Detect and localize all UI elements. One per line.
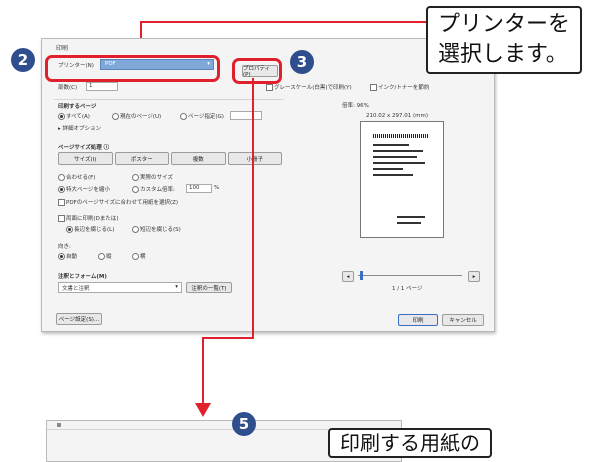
radio-orient-portrait-label: 縦 — [106, 254, 112, 260]
comments-value: 文書と注釈 — [62, 286, 90, 292]
more-options-link[interactable]: ▸ 詳細オプション — [58, 124, 101, 132]
radio-current-label: 現在のページ(U) — [120, 114, 162, 120]
radio-pages[interactable] — [180, 113, 187, 120]
callout-line-2: 選択します。 — [438, 42, 568, 67]
sizing-tab-group: サイズ(I) ポスター 複数 小冊子 — [58, 152, 282, 165]
callout-select-printer: プリンターを 選択します。 — [426, 6, 583, 74]
sizing-tab-booklet[interactable]: 小冊子 — [227, 152, 282, 165]
preview-barcode — [373, 134, 429, 138]
page-setup-button[interactable]: ページ設定(S)... — [56, 313, 102, 325]
dialog-icon — [57, 423, 61, 427]
printer-highlight — [45, 55, 220, 82]
percent-label: % — [214, 185, 220, 191]
copies-value: 1 — [89, 83, 93, 89]
next-page-button[interactable]: ▸ — [468, 271, 480, 282]
step-2-badge: 2 — [11, 48, 35, 72]
arrow-line — [202, 337, 254, 339]
radio-orient-landscape[interactable] — [132, 253, 139, 260]
connector-horizontal — [140, 21, 426, 23]
preview-dims: 210.02 x 297.01 (mm) — [366, 113, 428, 119]
radio-duplex-long[interactable] — [66, 226, 73, 233]
radio-current[interactable] — [112, 113, 119, 120]
custom-scale-value: 100 — [189, 185, 200, 191]
radio-all-label: すべて(A) — [66, 114, 90, 120]
orientation-label: 向き: — [58, 244, 71, 250]
preview-text-line — [397, 216, 425, 218]
grayscale-checkbox[interactable] — [266, 84, 273, 91]
radio-duplex-short[interactable] — [132, 226, 139, 233]
paper-source-label: PDFのページサイズに合わせて用紙を選択(Z) — [66, 200, 179, 206]
prev-page-button[interactable]: ◂ — [342, 271, 354, 282]
radio-orient-portrait[interactable] — [98, 253, 105, 260]
callout-paper: 印刷する用紙の — [328, 428, 492, 458]
preview-page — [360, 121, 444, 238]
radio-shrink[interactable] — [58, 186, 65, 193]
radio-fit-label: 合わせる(F) — [66, 175, 96, 181]
copies-input[interactable]: 1 — [86, 82, 118, 91]
print-button[interactable]: 印刷 — [398, 314, 438, 326]
radio-orient-landscape-label: 横 — [140, 254, 146, 260]
preview-text-line — [373, 174, 413, 176]
grayscale-label: グレースケール(白黒)で印刷(Y) — [274, 85, 352, 91]
radio-all[interactable] — [58, 113, 65, 120]
step-5-badge: 5 — [232, 412, 256, 436]
arrow-line — [252, 78, 254, 338]
arrow-line — [202, 337, 204, 403]
preview-text-line — [373, 168, 403, 170]
cancel-button[interactable]: キャンセル — [442, 314, 484, 326]
preview-text-line — [373, 150, 423, 152]
duplex-label: 両面に印刷(Dまたは) — [66, 216, 119, 222]
radio-orient-auto-label: 自動 — [66, 254, 78, 260]
preview-text-line — [373, 162, 425, 164]
sizing-tab-multiple[interactable]: 複数 — [171, 152, 226, 165]
page-slider-track[interactable] — [358, 275, 462, 276]
comments-section-title: 注釈とフォーム(M) — [58, 274, 107, 280]
callout-line-1: プリンターを — [438, 12, 571, 37]
duplex-checkbox[interactable] — [58, 215, 65, 222]
preview-scale: 倍率: 96% — [342, 103, 369, 109]
preview-text-line — [397, 222, 421, 224]
comments-select[interactable]: 文書と注釈 ▾ — [58, 282, 182, 293]
step-3-badge: 3 — [290, 50, 314, 74]
pages-section-title: 印刷するページ — [58, 104, 97, 110]
radio-pages-label: ページ指定(G) — [188, 114, 224, 120]
paper-source-checkbox[interactable] — [58, 199, 65, 206]
sizing-tab-poster[interactable]: ポスター — [114, 152, 169, 165]
ink-checkbox[interactable] — [370, 84, 377, 91]
dialog-title: 印刷 — [56, 45, 69, 52]
copies-label: 部数(C) — [58, 85, 78, 91]
sizing-section-title: ページサイズ処理 ⓘ — [58, 145, 110, 151]
comments-dropdown-icon: ▾ — [175, 284, 178, 290]
pages-input[interactable] — [230, 111, 262, 120]
properties-highlight — [232, 58, 282, 84]
arrow-down-icon — [195, 403, 211, 417]
radio-orient-auto[interactable] — [58, 253, 65, 260]
sizing-tab-size[interactable]: サイズ(I) — [58, 152, 113, 165]
custom-scale-input[interactable]: 100 — [186, 184, 212, 193]
radio-shrink-label: 特大ページを縮小 — [66, 187, 110, 193]
ink-label: インク/トナーを節約 — [378, 85, 430, 91]
page-counter: 1 / 1 ページ — [392, 286, 423, 292]
radio-duplex-short-label: 短辺を綴じる(S) — [140, 227, 181, 233]
callout-paper-text: 印刷する用紙の — [340, 431, 480, 455]
preview-text-line — [373, 144, 409, 146]
preview-text-line — [373, 156, 417, 158]
radio-duplex-long-label: 長辺を綴じる(L) — [74, 227, 115, 233]
comments-summary-button[interactable]: 注釈の一覧(T) — [186, 282, 232, 293]
radio-custom-scale[interactable] — [132, 186, 139, 193]
radio-actual-size[interactable] — [132, 174, 139, 181]
radio-fit[interactable] — [58, 174, 65, 181]
page-slider-thumb[interactable] — [360, 271, 363, 280]
radio-actual-size-label: 実際のサイズ — [140, 175, 173, 181]
radio-custom-scale-label: カスタム倍率: — [140, 187, 175, 193]
